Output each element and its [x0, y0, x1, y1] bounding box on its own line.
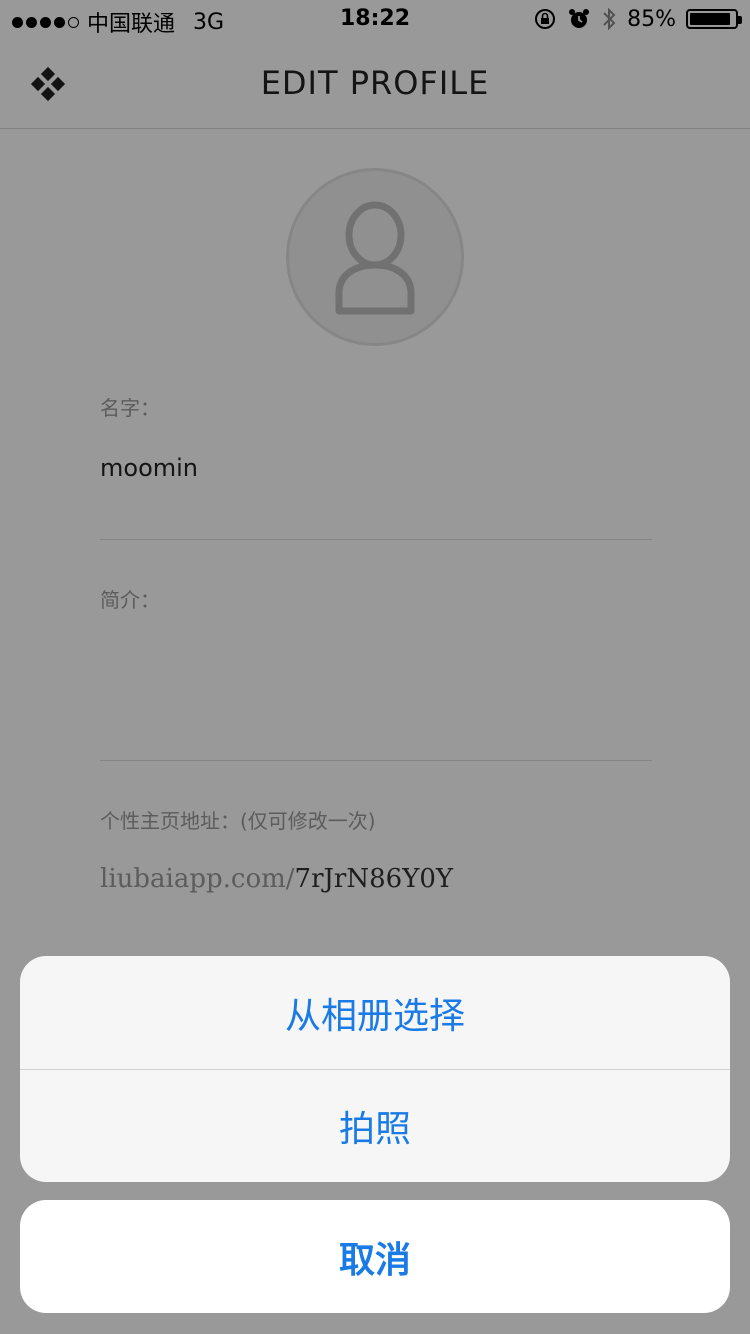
- choose-from-album-button[interactable]: 从相册选择: [20, 956, 730, 1069]
- cancel-button[interactable]: 取消: [20, 1200, 730, 1313]
- cancel-sheet: 取消: [20, 1200, 730, 1313]
- take-photo-button[interactable]: 拍照: [20, 1069, 730, 1182]
- action-sheet: 从相册选择 拍照: [20, 956, 730, 1182]
